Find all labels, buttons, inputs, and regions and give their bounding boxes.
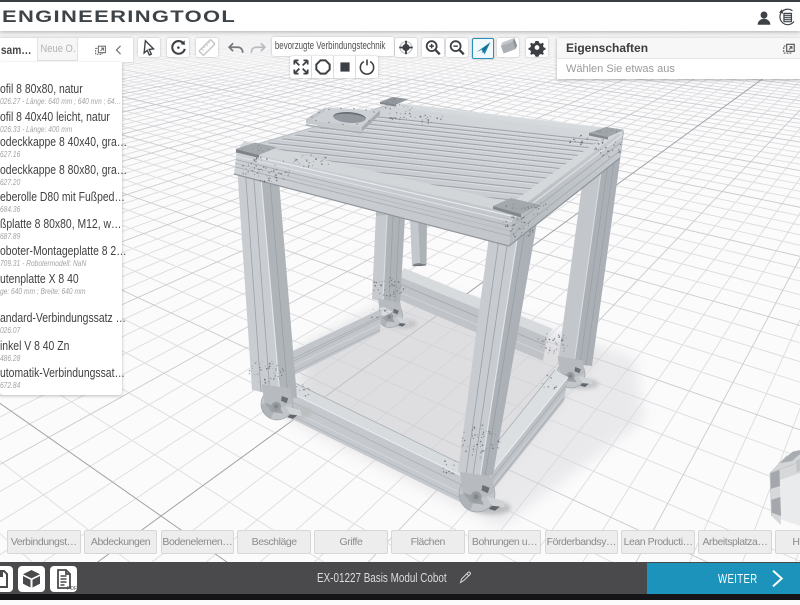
- svg-text:PDF: PDF: [67, 586, 77, 592]
